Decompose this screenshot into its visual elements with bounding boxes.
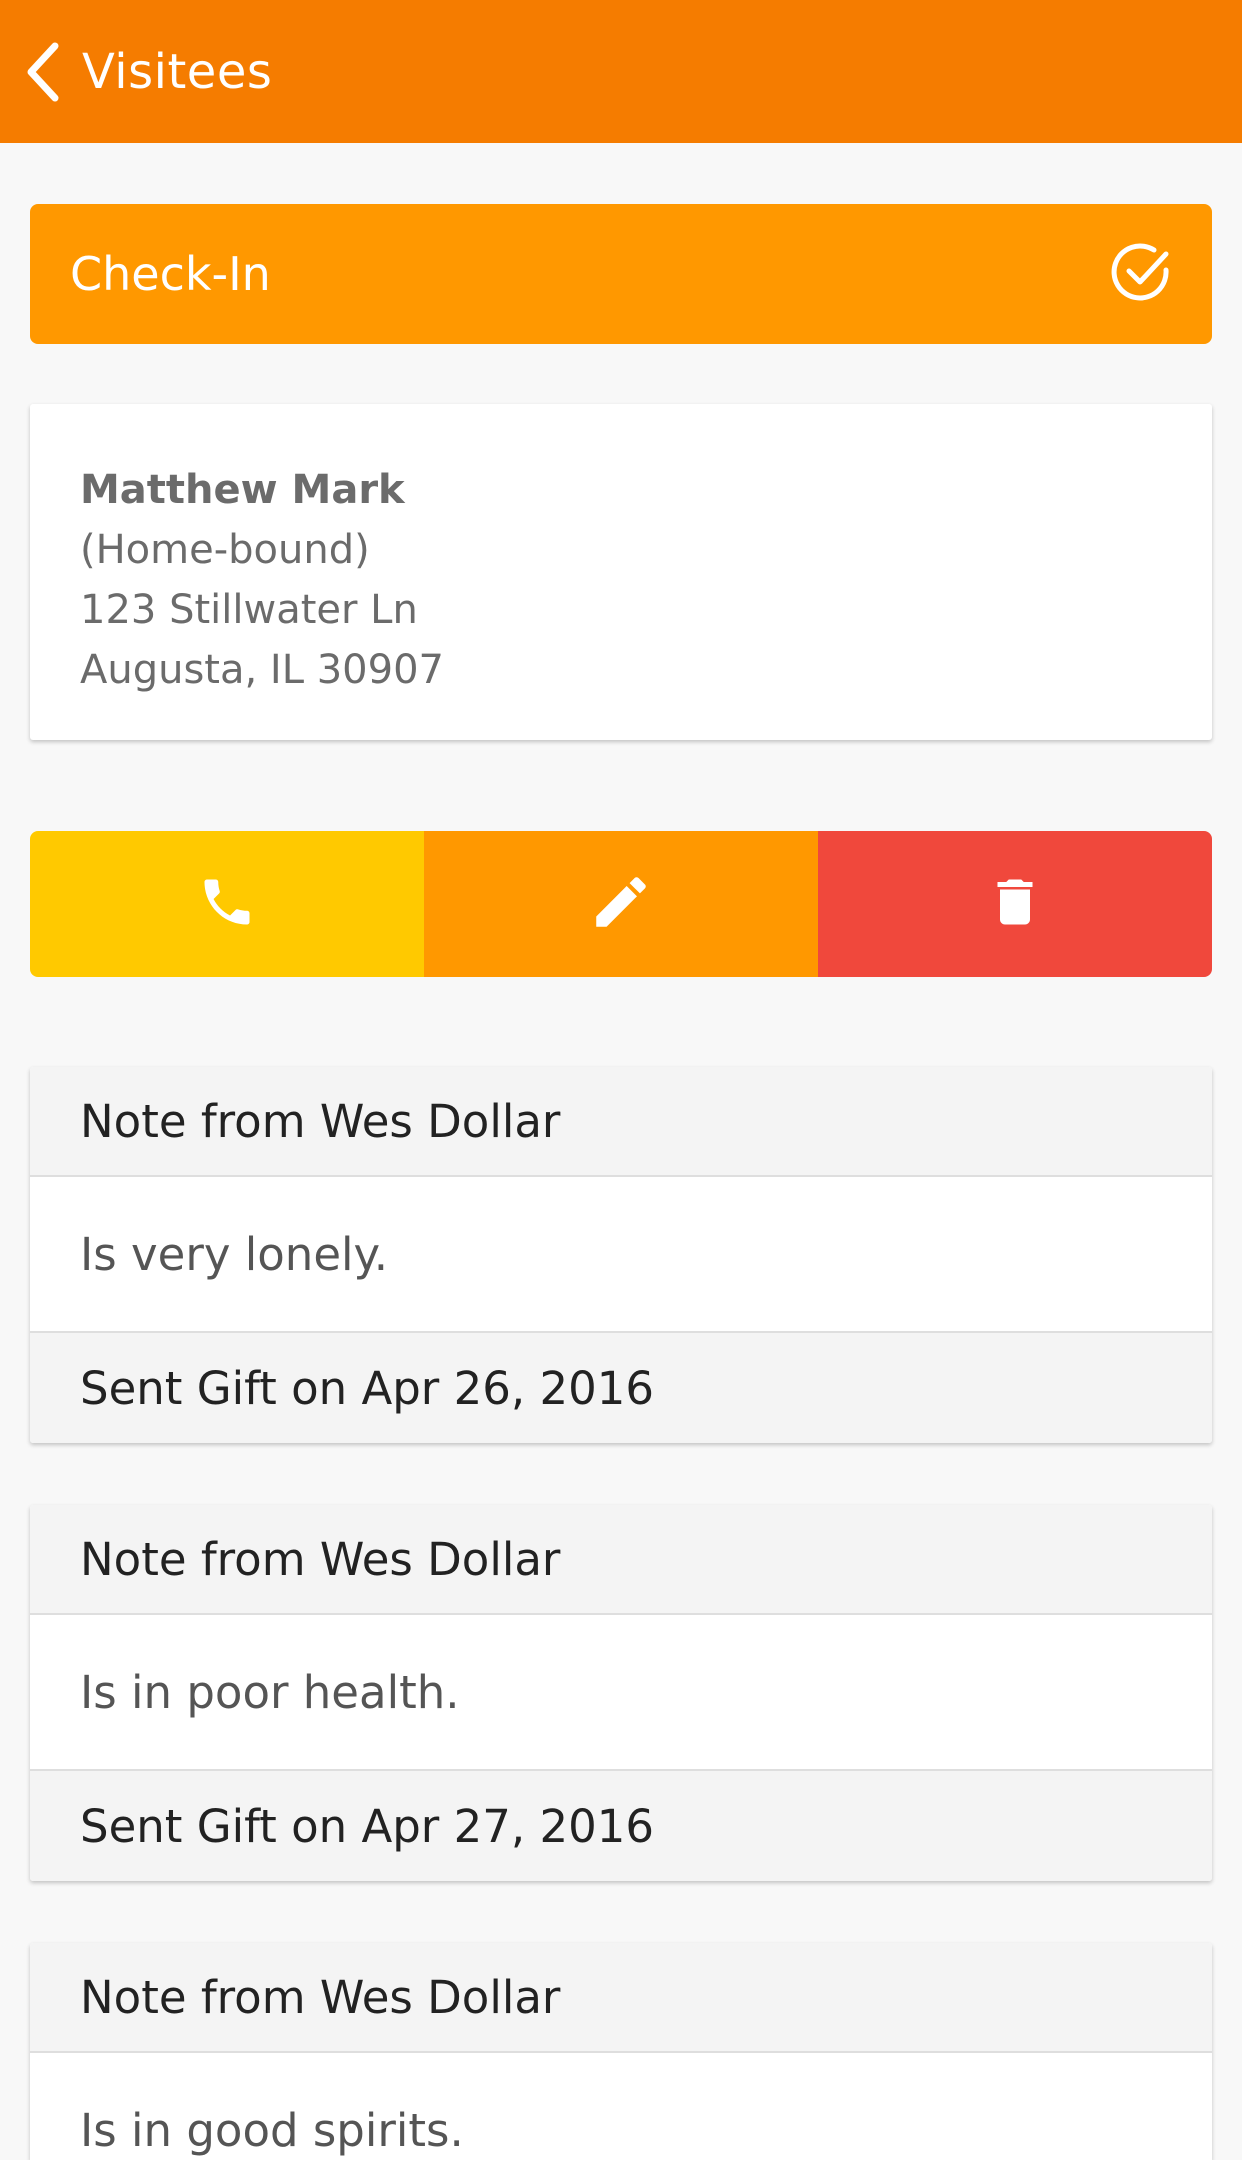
note-card: Note from Wes Dollar Is very lonely. Sen… — [30, 1067, 1212, 1443]
contact-address-line1: 123 Stillwater Ln — [80, 587, 418, 633]
navigation-bar: Visitees — [0, 0, 1242, 143]
back-button-label: Visitees — [82, 43, 273, 100]
note-body: Is in poor health. — [30, 1615, 1212, 1771]
note-header: Note from Wes Dollar — [30, 1943, 1212, 2053]
note-body: Is in good spirits. — [30, 2053, 1212, 2160]
check-in-label: Check-In — [70, 247, 271, 301]
phone-icon — [197, 872, 257, 936]
delete-button[interactable] — [818, 831, 1212, 977]
edit-button[interactable] — [424, 831, 818, 977]
note-card: Note from Wes Dollar Is in poor health. … — [30, 1505, 1212, 1881]
check-in-button[interactable]: Check-In — [30, 204, 1212, 344]
contact-card: Matthew Mark (Home-bound) 123 Stillwater… — [30, 404, 1212, 740]
note-footer: Sent Gift on Apr 26, 2016 — [30, 1333, 1212, 1443]
action-bar — [30, 831, 1212, 977]
note-card: Note from Wes Dollar Is in good spirits. — [30, 1943, 1212, 2160]
contact-name: Matthew Mark — [80, 467, 405, 513]
call-button[interactable] — [30, 831, 424, 977]
trash-icon — [985, 872, 1045, 936]
contact-address-line2: Augusta, IL 30907 — [80, 647, 444, 693]
contact-status: (Home-bound) — [80, 527, 370, 573]
note-footer: Sent Gift on Apr 27, 2016 — [30, 1771, 1212, 1881]
pencil-icon — [588, 869, 654, 939]
check-circle-icon — [1110, 240, 1174, 308]
back-button[interactable]: Visitees — [0, 0, 272, 143]
note-header: Note from Wes Dollar — [30, 1067, 1212, 1177]
chevron-left-icon — [22, 40, 62, 104]
note-body: Is very lonely. — [30, 1177, 1212, 1333]
note-header: Note from Wes Dollar — [30, 1505, 1212, 1615]
